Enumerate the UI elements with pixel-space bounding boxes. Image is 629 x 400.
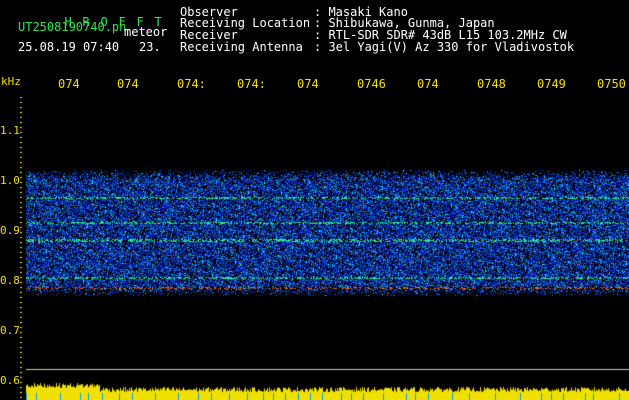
time-tick: 0748	[477, 77, 506, 91]
y-tick-label: 1.1	[0, 124, 20, 137]
header-value: : 3el Yagi(V) Az 330 for Vladivostok	[314, 40, 575, 54]
file-name: UT2508190740.pn	[18, 20, 127, 34]
detection-kind: meteor	[124, 25, 168, 39]
spectrogram-canvas	[20, 97, 629, 400]
y-tick-label: 1.0	[0, 174, 20, 187]
time-tick: 074	[117, 77, 139, 91]
y-tick-label: 0.7	[0, 324, 20, 337]
time-tick: 0750	[597, 77, 626, 91]
time-tick: 074:	[237, 77, 266, 91]
date-time: 25.08.19 07:40	[18, 40, 120, 54]
y-unit-label: kHz	[1, 75, 21, 88]
time-tick: 0746	[357, 77, 386, 91]
time-tick: 074:	[177, 77, 206, 91]
header-row-antenna: Receiving Antenna : 3el Yagi(V) Az 330 fo…	[180, 41, 574, 53]
frequency-axis: 1.1 1.0 0.9 0.8 0.7 0.6	[0, 97, 20, 400]
time-tick: 0749	[537, 77, 566, 91]
time-tick: 074	[297, 77, 319, 91]
time-tick: 074	[58, 77, 80, 91]
time-tick: 074	[417, 77, 439, 91]
header-label: Receiving Antenna	[180, 40, 303, 54]
y-tick-label: 0.6	[0, 374, 20, 387]
y-tick-label: 0.8	[0, 274, 20, 287]
count-value: 23.	[139, 40, 161, 54]
y-tick-label: 0.9	[0, 224, 20, 237]
